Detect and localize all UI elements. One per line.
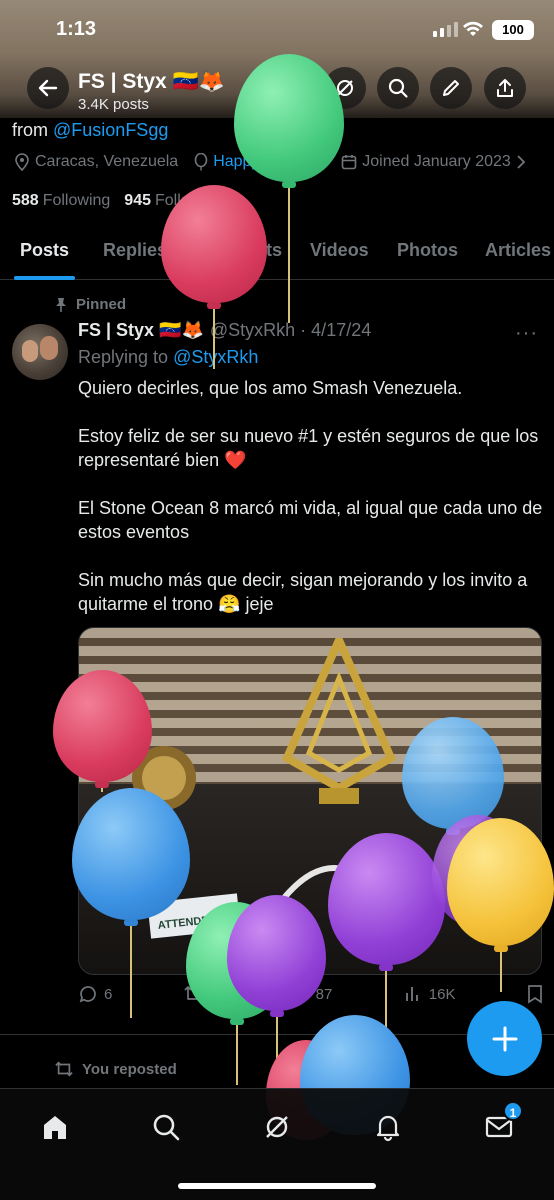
post-paragraph: Quiero decirles, que los amo Smash Venez… [78,378,463,398]
location-pin-icon [15,153,29,171]
joined-item: Joined January 2023 [341,153,526,171]
replying-prefix: Replying to [78,347,174,367]
tab-videos[interactable]: Videos [310,226,369,280]
pinned-label: Pinned [54,296,126,313]
pencil-icon [443,80,459,96]
like-count: 87 [315,985,333,1003]
followers-count: 945 [124,192,151,209]
bookmark-button[interactable] [526,984,544,1004]
bio-mention-link[interactable]: @FusionFSgg [53,120,168,140]
avatar[interactable] [12,324,68,380]
location-text: Caracas, Venezuela [35,153,179,170]
nav-search[interactable] [146,1107,186,1147]
post-text: Quiero decirles, que los amo Smash Venez… [78,376,544,640]
views-icon [405,987,418,1001]
plus-icon [492,1026,517,1051]
reposted-text: You reposted [82,1060,177,1078]
following-label: Following [42,192,111,209]
post-paragraph: El Stone Ocean 8 marcó mi vida, al igual… [78,498,543,542]
calendar-icon [341,155,357,170]
status-bar: 1:13 100 [0,0,554,56]
search-button[interactable] [377,67,419,109]
repost-icon [55,1061,73,1077]
views-button[interactable]: 16K [403,984,456,1004]
home-icon [44,1116,66,1139]
trophy-graphic [281,638,397,804]
views-count: 16K [428,985,456,1003]
reply-count: 6 [104,985,113,1003]
status-time: 1:13 [56,18,97,40]
home-indicator [178,1183,376,1189]
messages-badge: 1 [503,1101,523,1121]
balloon-icon [194,153,208,171]
following-count: 588 [12,192,39,209]
nav-notifications[interactable] [368,1107,408,1147]
bell-icon [376,1115,400,1142]
tab-replies[interactable]: Replies [103,226,167,280]
back-button[interactable] [27,67,69,109]
pinned-text: Pinned [76,296,127,313]
tab-photos[interactable]: Photos [397,226,458,280]
arrow-left-icon [38,79,58,97]
profile-tabs: Posts Replies Highlights Videos Photos A… [0,226,554,280]
location-item: Caracas, Venezuela [14,153,178,171]
share-icon [497,79,513,97]
reply-button[interactable]: 6 [78,984,112,1004]
replying-to: Replying to @StyxRkh [78,347,258,368]
bookmark-icon [528,985,542,1004]
post-paragraph: Estoy feliz de ser su nuevo #1 y estén s… [78,426,539,470]
cellular-signal-icon [433,22,458,37]
search-icon [153,1114,180,1141]
post-paragraph: Sin mucho más que decir, sigan mejorando… [78,570,528,614]
compose-button[interactable] [467,1001,542,1076]
reply-icon [79,986,96,1003]
header-title: FS | Styx 🇻🇪🦊 3.4K posts [78,70,225,113]
grok-icon [266,1116,288,1138]
replying-handle-link[interactable]: @StyxRkh [173,347,258,367]
edit-button[interactable] [430,67,472,109]
post-handle-date: @StyxRkh · 4/17/24 [209,320,372,340]
nav-messages[interactable]: 1 [479,1101,523,1147]
battery-indicator: 100 [492,20,534,40]
joined-text: Joined January 2023 [362,153,511,170]
tab-articles[interactable]: Articles [485,226,551,280]
post-header: FS | Styx 🇻🇪🦊 @StyxRkh · 4/17/24 [78,320,371,341]
wifi-icon [463,21,483,36]
following-link[interactable]: 588 Following [12,192,110,210]
pin-icon [56,297,66,312]
bio-line: from @FusionFSgg [12,120,168,141]
header-name: FS | Styx 🇻🇪🦊 [78,70,225,93]
share-button[interactable] [484,67,526,109]
reposted-label: You reposted [54,1060,177,1078]
chevron-right-icon [517,155,526,169]
tab-posts[interactable]: Posts [13,226,76,280]
more-options-icon[interactable]: ··· [515,322,538,345]
nav-grok[interactable] [257,1107,297,1147]
nav-home[interactable] [35,1107,75,1147]
post-author[interactable]: FS | Styx 🇻🇪🦊 [78,320,204,341]
bio-prefix: from [12,120,54,140]
search-icon [388,78,408,98]
header-posts-count: 3.4K posts [78,96,149,113]
